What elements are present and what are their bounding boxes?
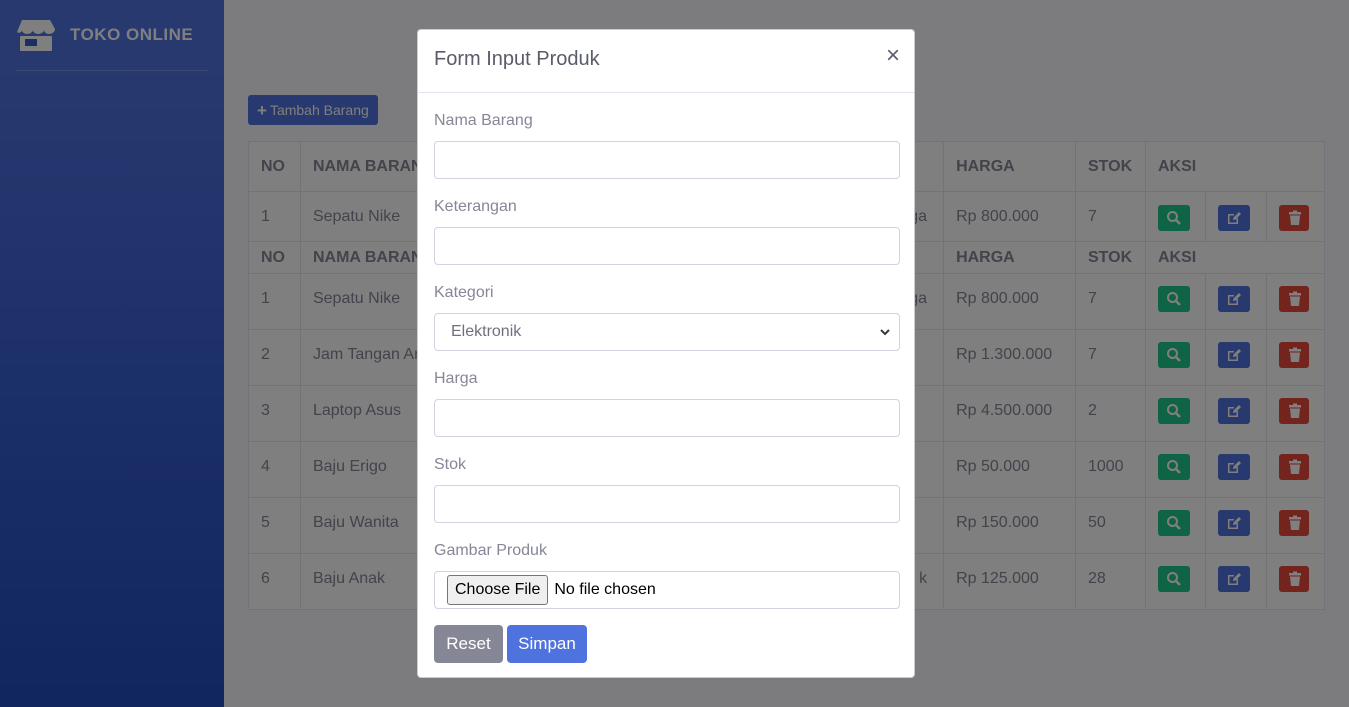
choose-file-button[interactable]: Choose File xyxy=(447,575,549,605)
keterangan-input[interactable] xyxy=(434,227,900,265)
save-button[interactable]: Simpan xyxy=(507,625,587,663)
harga-label: Harga xyxy=(434,370,478,387)
kategori-select[interactable]: Elektronik xyxy=(434,313,900,351)
harga-input[interactable] xyxy=(434,399,900,437)
kategori-selected: Elektronik xyxy=(451,323,522,340)
gambar-label: Gambar Produk xyxy=(434,542,547,559)
kategori-label: Kategori xyxy=(434,284,494,301)
nama-input[interactable] xyxy=(434,141,900,179)
chevron-down-icon xyxy=(880,329,890,336)
modal-header: Form Input Produk × xyxy=(418,30,914,93)
gambar-file-input[interactable]: Choose File No file chosen xyxy=(434,571,900,609)
keterangan-label: Keterangan xyxy=(434,198,517,215)
stok-label: Stok xyxy=(434,456,467,473)
close-button[interactable]: × xyxy=(886,44,900,68)
file-status: No file chosen xyxy=(554,581,656,598)
reset-button[interactable]: Reset xyxy=(434,625,503,663)
stok-input[interactable] xyxy=(434,485,900,523)
modal-title: Form Input Produk xyxy=(434,48,600,70)
product-form-modal: Form Input Produk × Nama Barang Keterang… xyxy=(417,29,915,678)
nama-label: Nama Barang xyxy=(434,112,533,129)
